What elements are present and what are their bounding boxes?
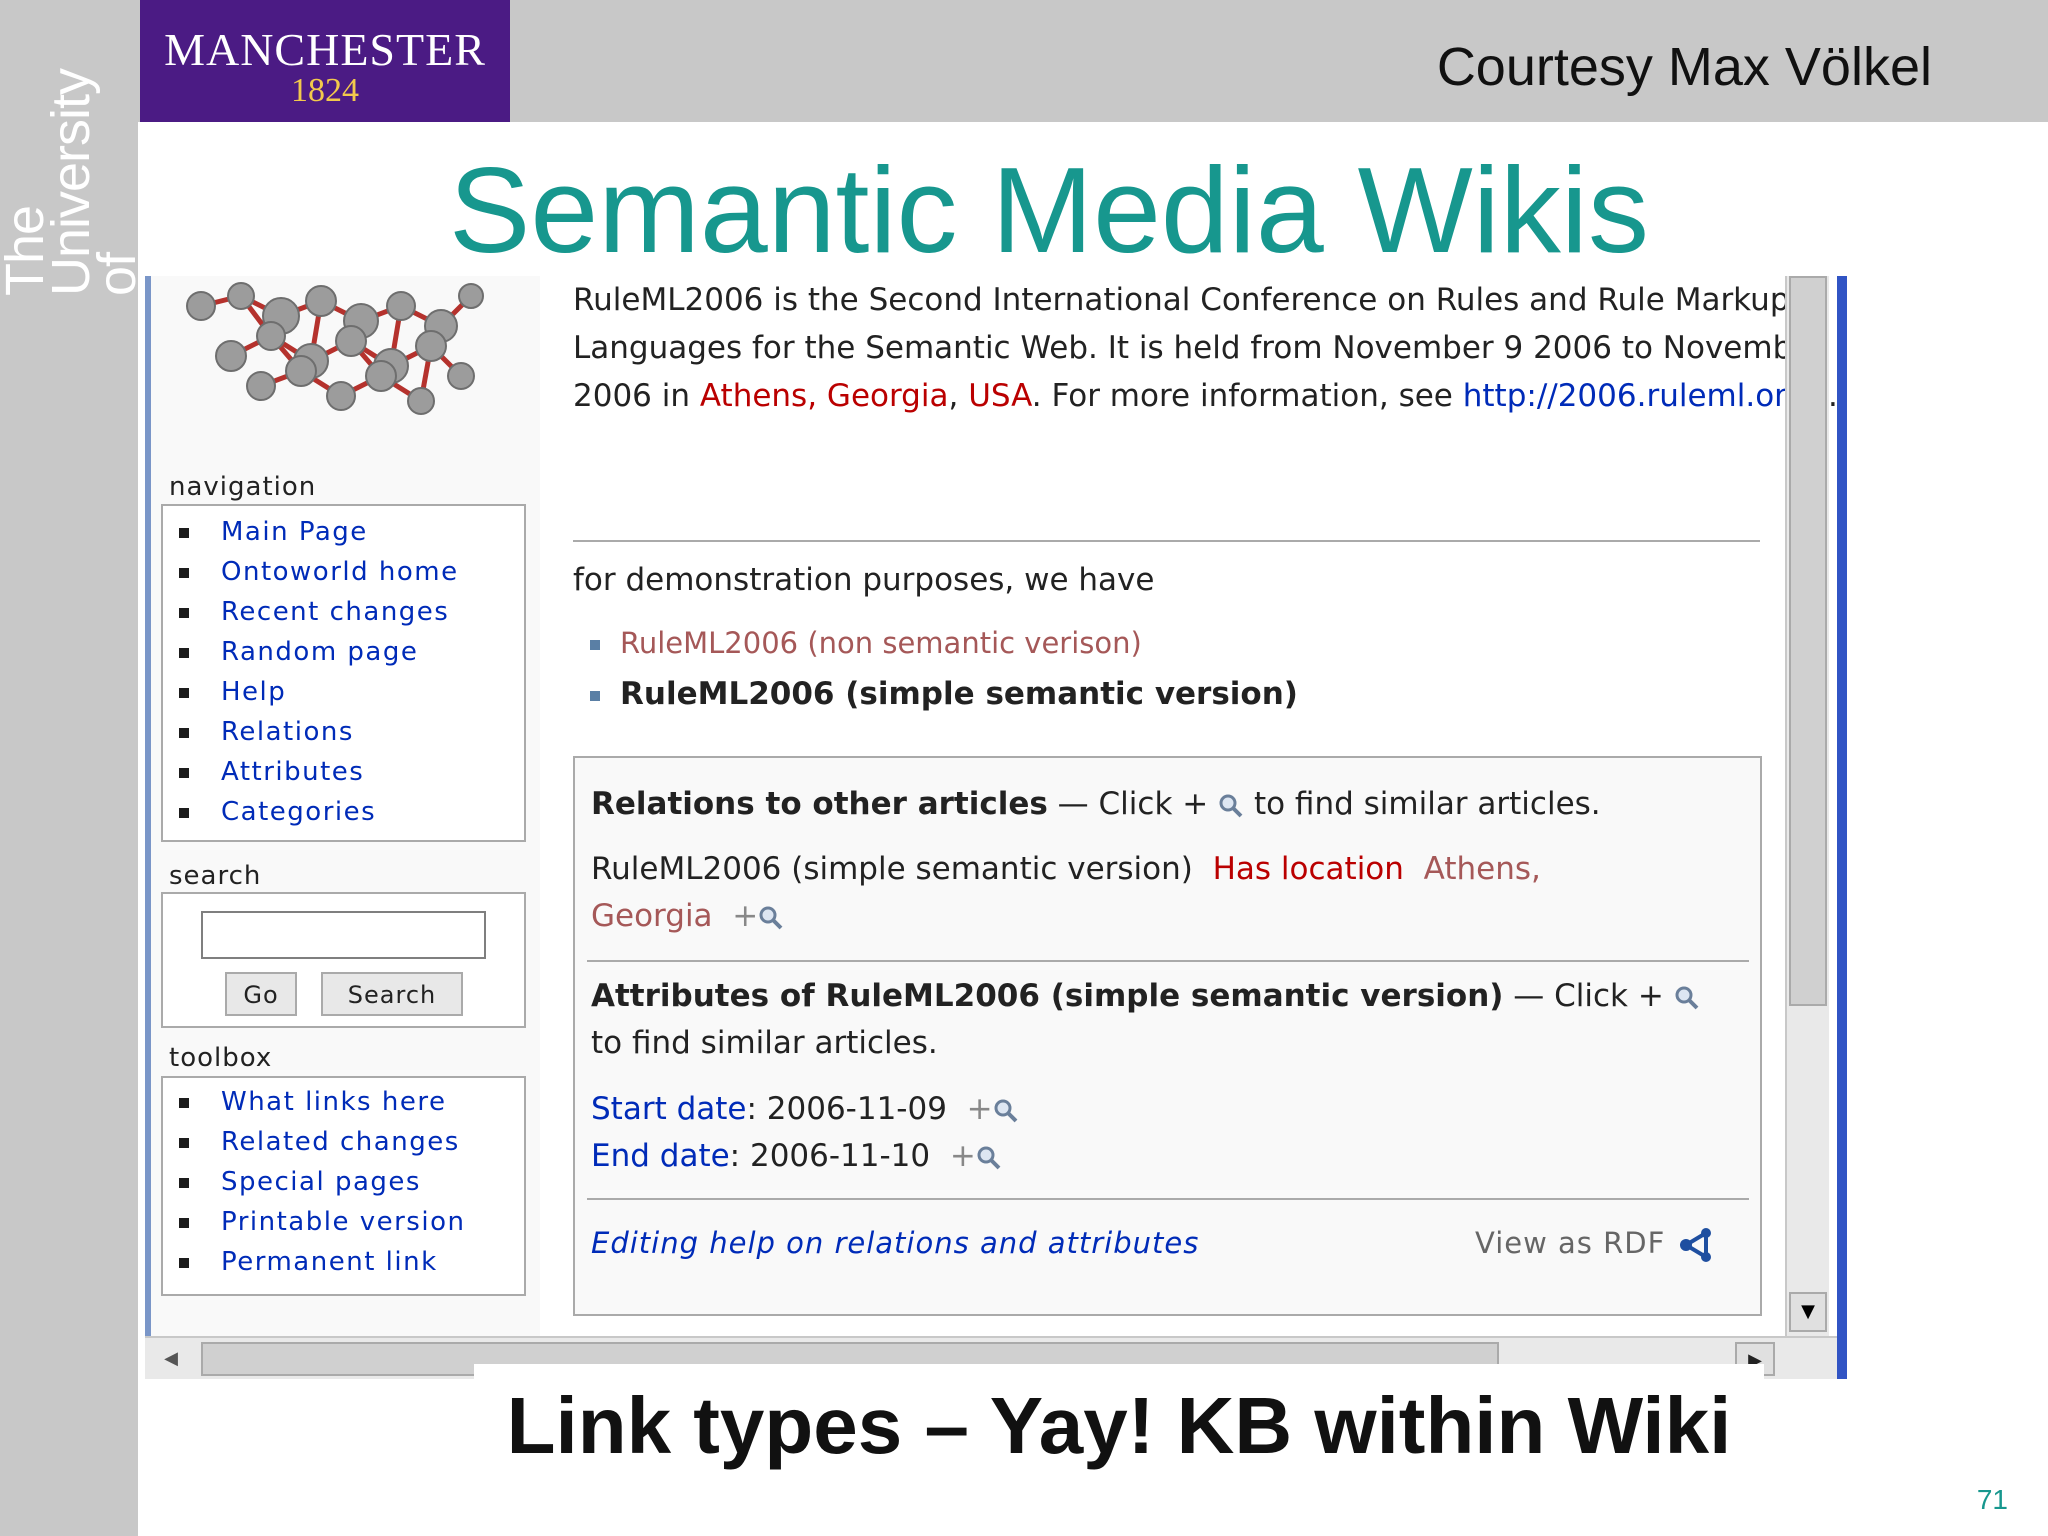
navigation-portlet: Main Page Ontoworld home Recent changes Ran… (161, 504, 526, 842)
factbox-divider (587, 1198, 1749, 1200)
usa-link[interactable]: USA (968, 378, 1032, 414)
slide-title: Semantic Media Wikis (449, 142, 1649, 278)
bullet (179, 1218, 189, 1228)
navigation-item[interactable]: Main Page (163, 512, 524, 552)
university-logo: MANCHESTER 1824 (140, 0, 510, 122)
navigation-item[interactable]: Recent changes (163, 592, 524, 632)
ruleml-url-link[interactable]: http://2006.ruleml.org (1463, 378, 1806, 414)
navigation-item[interactable]: Help (163, 672, 524, 712)
wiki-logo-molecule (186, 282, 484, 415)
go-button[interactable]: Go (225, 972, 297, 1016)
toolbox-item[interactable]: Special pages (163, 1162, 524, 1202)
bullet (179, 1098, 189, 1108)
navigation-title: navigation (169, 472, 317, 502)
end-date-row: End date: 2006-11-10 + (591, 1138, 1002, 1174)
editing-help-link[interactable]: Editing help on relations and attributes (591, 1226, 1199, 1260)
section-divider (573, 540, 1760, 542)
search-button[interactable]: Search (321, 972, 463, 1016)
search-input[interactable] (201, 911, 486, 959)
page-number: 71 (1976, 1484, 2008, 1515)
start-date-row: Start date: 2006-11-09 + (591, 1091, 1019, 1127)
wiki-sidebar: navigation Main Page Ontoworld home Recent… (145, 276, 540, 1336)
search-magnifier-icon[interactable] (758, 905, 784, 931)
toolbox-item[interactable]: What links here (163, 1082, 524, 1122)
vertical-scroll-thumb[interactable] (1789, 276, 1827, 1006)
demo-lead: for demonstration purposes, we have (573, 562, 1155, 598)
demo-item-semantic: RuleML2006 (simple semantic version) (590, 676, 1847, 712)
navigation-item[interactable]: Random page (163, 632, 524, 672)
demo-item-nonsemantic[interactable]: RuleML2006 (non semantic verison) (590, 626, 1847, 660)
navigation-item[interactable]: Relations (163, 712, 524, 752)
attributes-hint-continued: to find similar articles. (591, 1025, 938, 1061)
rdf-icon (1679, 1228, 1711, 1262)
factbox: Relations to other articles — Click + to… (573, 756, 1762, 1316)
bullet (179, 1138, 189, 1148)
bullet (179, 808, 189, 818)
bullet (179, 768, 189, 778)
navigation-item[interactable]: Categories (163, 792, 524, 832)
factbox-divider (587, 960, 1749, 962)
toolbox-item[interactable]: Related changes (163, 1122, 524, 1162)
logo-name: MANCHESTER (164, 24, 486, 75)
courtesy-text: Courtesy Max Völkel (1436, 37, 1932, 97)
bullet (590, 690, 600, 701)
navigation-item[interactable]: Attributes (163, 752, 524, 792)
navigation-item[interactable]: Ontoworld home (163, 552, 524, 592)
bullet (179, 1178, 189, 1188)
athens-georgia-link[interactable]: Athens, Georgia (700, 378, 949, 414)
bullet (179, 568, 189, 578)
athens-link[interactable]: Athens, (1424, 851, 1541, 887)
slide-caption: Link types – Yay! KB within Wiki (506, 1381, 1732, 1470)
wiki-screenshot: navigation Main Page Ontoworld home Recent… (145, 276, 1847, 1379)
relation-row: RuleML2006 (simple semantic version) Has… (591, 851, 1541, 887)
end-date-link[interactable]: End date (591, 1138, 730, 1174)
bullet (179, 728, 189, 738)
vertical-scrollbar[interactable]: ▼ (1785, 276, 1829, 1336)
search-magnifier-icon[interactable] (993, 1098, 1019, 1124)
search-title: search (169, 861, 262, 891)
toolbox-portlet: What links here Related changes Special pa… (161, 1076, 526, 1296)
toolbox-title: toolbox (169, 1043, 273, 1073)
attributes-heading-row: Attributes of RuleML2006 (simple semanti… (591, 978, 1700, 1014)
has-location-link[interactable]: Has location (1213, 851, 1404, 887)
bullet (590, 640, 600, 650)
bullet (179, 1258, 189, 1268)
relation-row-continued: Georgia + (591, 898, 784, 934)
georgia-link[interactable]: Georgia (591, 898, 713, 934)
bullet (179, 608, 189, 618)
search-magnifier-icon[interactable] (976, 1145, 1002, 1171)
relations-heading-row: Relations to other articles — Click + to… (591, 786, 1601, 822)
toolbox-item[interactable]: Printable version (163, 1202, 524, 1242)
view-as-rdf-link[interactable]: View as RDF (1475, 1226, 1716, 1263)
bullet (179, 528, 189, 538)
toolbox-item[interactable]: Permanent link (163, 1242, 524, 1282)
bullet (179, 688, 189, 698)
window-border (1837, 276, 1847, 1379)
intro-paragraph: RuleML2006 is the Second International C… (573, 282, 1847, 414)
search-magnifier-icon[interactable] (1218, 793, 1244, 819)
scroll-down-arrow-icon[interactable]: ▼ (1789, 1292, 1827, 1332)
bullet (179, 648, 189, 658)
logo-year: 1824 (291, 72, 359, 109)
search-portlet: Go Search (161, 892, 526, 1028)
start-date-link[interactable]: Start date (591, 1091, 746, 1127)
scroll-left-arrow-icon[interactable]: ◀ (149, 1342, 193, 1376)
search-magnifier-icon[interactable] (1674, 985, 1700, 1011)
